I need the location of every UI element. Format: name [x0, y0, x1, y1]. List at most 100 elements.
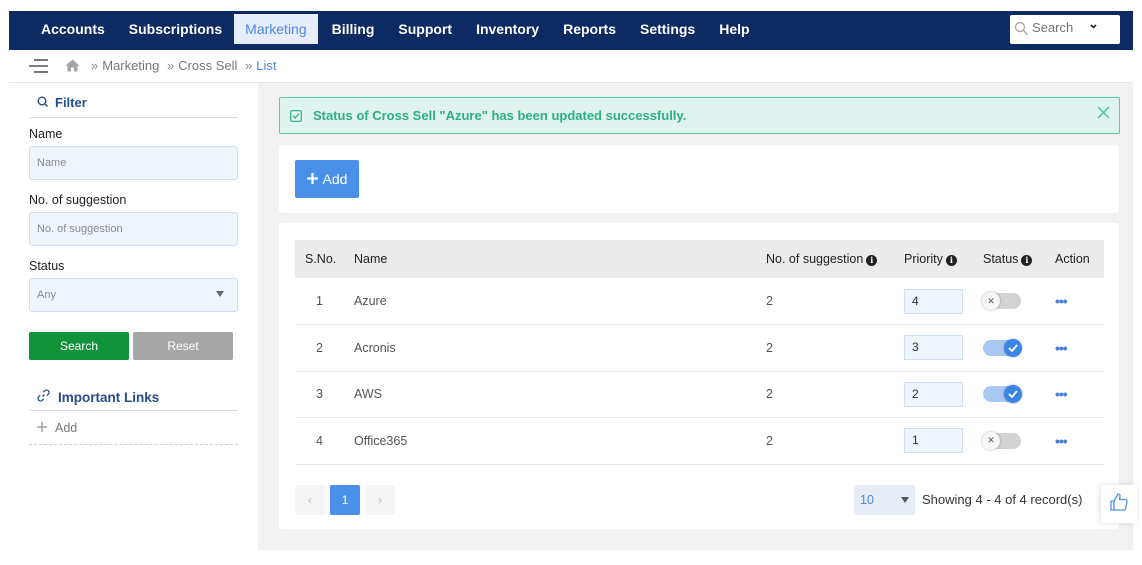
important-links-title: Important Links	[58, 389, 160, 405]
breadcrumb-separator: »	[166, 58, 175, 73]
status-toggle[interactable]: ✕	[982, 292, 1021, 310]
caret-down-icon	[901, 497, 909, 503]
table-row: 1 Azure 2 4 ✕ •••	[295, 278, 1104, 325]
prev-page-button[interactable]: ‹	[295, 485, 325, 515]
column-header-suggestions-label: No. of suggestion	[766, 252, 864, 266]
main-menu: Accounts Subscriptions Marketing Billing…	[29, 14, 762, 44]
nav-item-billing[interactable]: Billing	[320, 14, 387, 44]
cell-sno: 4	[295, 417, 354, 465]
chevron-right-icon: ›	[378, 493, 382, 507]
records-summary: Showing 4 - 4 of 4 record(s)	[922, 492, 1083, 507]
top-navigation: Accounts Subscriptions Marketing Billing…	[9, 11, 1133, 50]
cell-suggestions: 2	[766, 278, 904, 325]
caret-down-icon	[216, 291, 224, 297]
breadcrumb-marketing[interactable]: Marketing	[102, 58, 159, 73]
cell-suggestions: 2	[766, 324, 904, 372]
page-button[interactable]: 1	[330, 485, 360, 515]
table-row: 2 Acronis 2 3 •••	[295, 324, 1104, 372]
breadcrumb: » Marketing » Cross Sell » List	[87, 58, 277, 73]
column-header-status[interactable]: Status i	[983, 240, 1055, 278]
filter-heading: Filter	[29, 91, 238, 113]
add-link-button[interactable]: Add	[29, 411, 238, 445]
link-icon	[37, 389, 50, 405]
breadcrumb-cross-sell[interactable]: Cross Sell	[178, 58, 237, 73]
more-actions-icon[interactable]: •••	[1055, 340, 1068, 356]
status-toggle[interactable]: ✕	[982, 431, 1021, 450]
close-icon[interactable]	[1097, 106, 1110, 124]
priority-input[interactable]: 2	[904, 381, 963, 407]
filter-sidebar: Filter Name Name No. of suggestion No. o…	[29, 91, 238, 445]
check-square-icon	[290, 109, 302, 127]
suggestion-field[interactable]: No. of suggestion	[29, 212, 238, 246]
status-toggle[interactable]	[983, 338, 1022, 357]
status-select[interactable]: Any	[29, 278, 238, 312]
status-select-value: Any	[37, 289, 56, 301]
name-label: Name	[29, 127, 63, 141]
nav-item-marketing[interactable]: Marketing	[234, 14, 318, 44]
cell-name: Office365	[354, 417, 766, 465]
per-page-value: 10	[860, 493, 874, 507]
priority-input[interactable]: 3	[904, 335, 963, 361]
cross-sell-table: S.No. Name No. of suggestion i Priority i …	[295, 240, 1104, 465]
feedback-thumbs-up-button[interactable]	[1101, 485, 1137, 523]
next-page-button[interactable]: ›	[365, 485, 395, 515]
reset-button[interactable]: Reset	[133, 332, 233, 360]
nav-item-support[interactable]: Support	[386, 14, 464, 44]
info-icon[interactable]: i	[866, 255, 878, 266]
home-icon[interactable]	[65, 59, 80, 77]
toggle-off-x-icon: ✕	[982, 292, 1000, 310]
column-header-name[interactable]: Name	[354, 240, 766, 278]
table-row: 3 AWS 2 2 •••	[295, 371, 1104, 418]
breadcrumb-bar: » Marketing » Cross Sell » List	[9, 50, 1133, 83]
breadcrumb-list: List	[256, 58, 277, 73]
cell-name: Azure	[354, 278, 766, 325]
suggestion-label: No. of suggestion	[29, 193, 127, 207]
toolbar-card: Add	[279, 145, 1119, 213]
nav-item-help[interactable]: Help	[707, 14, 761, 44]
menu-toggle-icon[interactable]	[28, 58, 49, 79]
global-search-input[interactable]	[1032, 20, 1090, 35]
global-search[interactable]: ⌄	[1010, 15, 1120, 44]
plus-icon	[37, 411, 47, 445]
per-page-select[interactable]: 10	[854, 485, 915, 515]
search-button[interactable]: Search	[29, 332, 129, 360]
important-links-heading: Important Links	[29, 384, 238, 410]
more-actions-icon[interactable]: •••	[1055, 293, 1068, 309]
nav-item-accounts[interactable]: Accounts	[29, 14, 117, 44]
status-label: Status	[29, 259, 65, 273]
toggle-off-x-icon: ✕	[982, 431, 1000, 450]
priority-input[interactable]: 4	[904, 288, 963, 314]
nav-item-reports[interactable]: Reports	[551, 14, 628, 44]
filter-icon	[37, 95, 48, 110]
add-button[interactable]: Add	[295, 160, 359, 198]
cell-sno: 1	[295, 278, 354, 325]
column-header-sno: S.No.	[305, 252, 337, 266]
column-header-suggestions[interactable]: No. of suggestion i	[766, 240, 904, 278]
column-header-action: Action	[1055, 252, 1090, 266]
info-icon[interactable]: i	[1021, 255, 1033, 266]
name-field[interactable]: Name	[29, 146, 238, 180]
cell-name: Acronis	[354, 324, 766, 372]
info-icon[interactable]: i	[945, 255, 957, 266]
search-icon	[1014, 21, 1029, 41]
nav-item-settings[interactable]: Settings	[628, 14, 707, 44]
nav-item-inventory[interactable]: Inventory	[464, 14, 551, 44]
success-alert: Status of Cross Sell "Azure" has been up…	[279, 97, 1120, 134]
more-actions-icon[interactable]: •••	[1055, 386, 1068, 402]
breadcrumb-separator: »	[245, 58, 253, 73]
pagination: ‹ 1 ›	[295, 485, 395, 515]
chevron-down-icon[interactable]: ⌄	[1088, 16, 1099, 32]
column-header-priority[interactable]: Priority i	[904, 240, 983, 278]
priority-input[interactable]: 1	[904, 428, 963, 454]
thumbs-up-icon	[1109, 492, 1129, 517]
more-actions-icon[interactable]: •••	[1055, 433, 1068, 449]
check-icon	[1004, 385, 1022, 404]
status-toggle[interactable]	[983, 385, 1022, 404]
add-button-label: Add	[322, 171, 348, 187]
nav-item-subscriptions[interactable]: Subscriptions	[117, 14, 234, 44]
table-card: S.No. Name No. of suggestion i Priority i …	[279, 223, 1119, 529]
table-row: 4 Office365 2 1 ✕ •••	[295, 417, 1104, 465]
cell-suggestions: 2	[766, 371, 904, 418]
cell-suggestions: 2	[766, 417, 904, 465]
cell-sno: 3	[295, 371, 354, 418]
